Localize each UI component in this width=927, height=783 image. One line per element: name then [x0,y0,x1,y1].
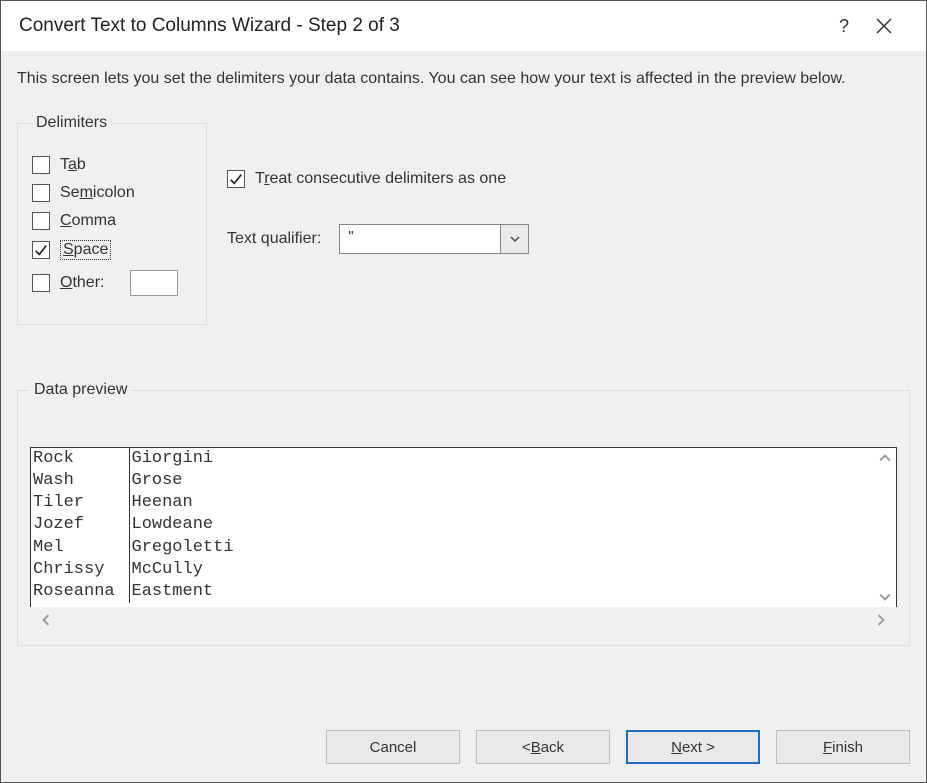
label-semicolon: Semicolon [60,184,135,202]
text-qualifier-value: " [340,225,500,253]
delimiter-semicolon[interactable]: Semicolon [32,184,192,202]
vertical-scrollbar[interactable] [874,448,896,607]
titlebar: Convert Text to Columns Wizard - Step 2 … [1,1,926,51]
options-row: Delimiters Tab Semicolon Comma Space [17,114,910,325]
table-row: RockGiorgini [31,448,236,470]
preview-content: RockGiorgini WashGrose TilerHeenan Jozef… [31,448,874,607]
checkbox-comma[interactable] [32,212,50,230]
checkbox-space[interactable] [32,241,50,259]
table-row: ChrissyMcCully [31,559,236,581]
label-treat-consecutive: Treat consecutive delimiters as one [255,170,506,188]
preview-table: RockGiorgini WashGrose TilerHeenan Jozef… [31,448,236,603]
table-row: MelGregoletti [31,537,236,559]
label-comma: Comma [60,212,116,230]
label-space: Space [60,240,111,260]
back-button[interactable]: < Back [476,730,610,764]
chevron-down-icon [879,591,891,603]
next-button[interactable]: Next > [626,730,760,764]
combo-dropdown-button[interactable] [500,225,528,253]
cancel-button[interactable]: Cancel [326,730,460,764]
close-icon [876,18,892,34]
delimiter-tab[interactable]: Tab [32,156,192,174]
dialog-title: Convert Text to Columns Wizard - Step 2 … [19,15,824,37]
checkbox-treat-consecutive[interactable] [227,170,245,188]
help-button[interactable]: ? [824,6,864,46]
delimiter-comma[interactable]: Comma [32,212,192,230]
delimiter-other[interactable]: Other: [32,270,192,296]
text-qualifier-row: Text qualifier: " [227,224,529,254]
checkbox-semicolon[interactable] [32,184,50,202]
other-delimiter-input[interactable] [130,270,178,296]
checkbox-tab[interactable] [32,156,50,174]
table-row: TilerHeenan [31,492,236,514]
treat-consecutive[interactable]: Treat consecutive delimiters as one [227,170,529,188]
label-tab: Tab [60,156,86,174]
horizontal-scrollbar[interactable] [30,607,897,633]
table-row: WashGrose [31,470,236,492]
delimiters-legend: Delimiters [32,114,111,132]
delimiters-group: Delimiters Tab Semicolon Comma Space [17,114,207,325]
dialog-body: This screen lets you set the delimiters … [1,51,926,782]
text-qualifier-combo[interactable]: " [339,224,529,254]
table-row: RoseannaEastment [31,581,236,603]
button-row: Cancel < Back Next > Finish [326,730,910,764]
delimiter-space[interactable]: Space [32,240,192,260]
checkmark-icon [229,172,243,186]
chevron-up-icon [879,452,891,464]
chevron-right-icon [875,614,887,626]
table-row: JozefLowdeane [31,514,236,536]
chevron-down-icon [510,234,520,244]
data-preview-group: Data preview RockGiorgini WashGrose Tile… [17,381,910,646]
checkmark-icon [34,243,48,257]
finish-button[interactable]: Finish [776,730,910,764]
right-options: Treat consecutive delimiters as one Text… [227,114,529,254]
checkbox-other[interactable] [32,274,50,292]
label-other: Other: [60,274,104,292]
text-qualifier-label: Text qualifier: [227,230,321,248]
close-button[interactable] [864,6,904,46]
instructions-text: This screen lets you set the delimiters … [17,67,910,90]
preview-box: RockGiorgini WashGrose TilerHeenan Jozef… [30,447,897,607]
chevron-left-icon [40,614,52,626]
data-preview-legend: Data preview [30,381,131,399]
